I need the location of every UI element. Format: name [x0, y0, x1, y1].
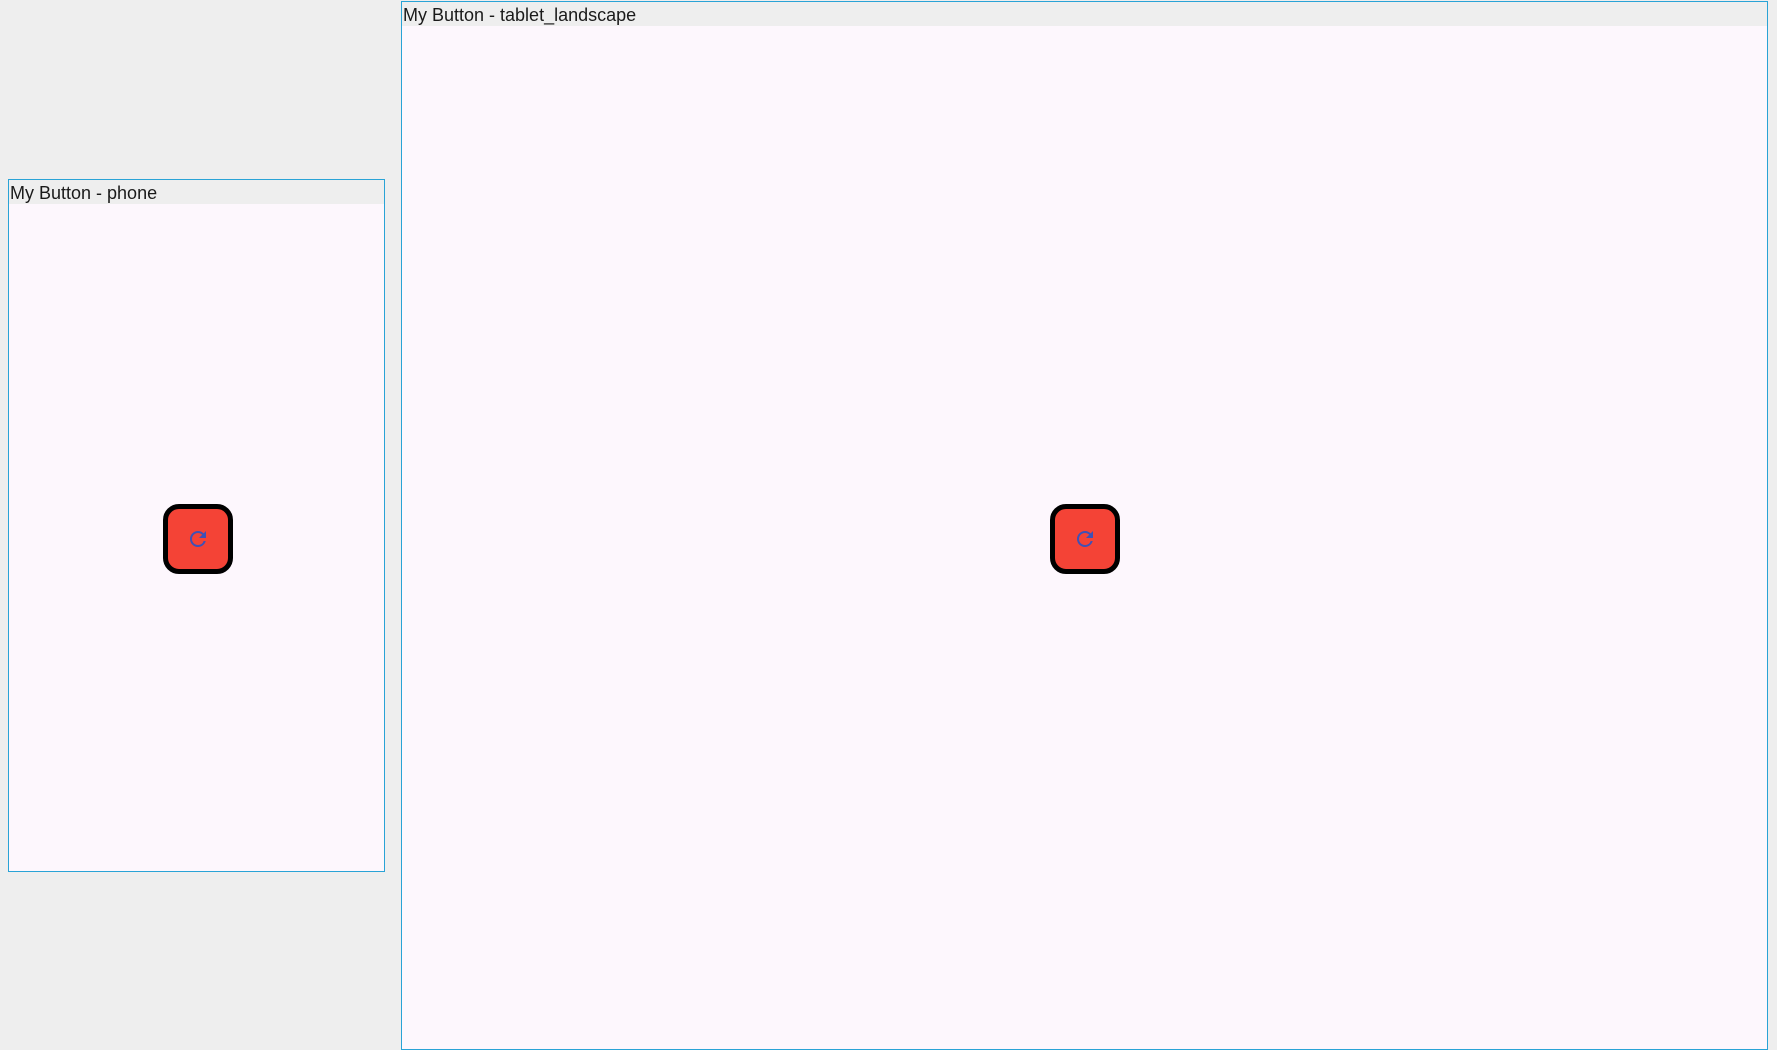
- refresh-button[interactable]: [1050, 504, 1120, 574]
- tablet-frame-title: My Button - tablet_landscape: [402, 2, 1767, 26]
- phone-preview-frame: My Button - phone: [8, 179, 385, 872]
- phone-preview-canvas: [9, 204, 384, 871]
- phone-frame-title: My Button - phone: [9, 180, 384, 204]
- refresh-button[interactable]: [163, 504, 233, 574]
- refresh-icon: [190, 531, 206, 547]
- refresh-icon: [1077, 531, 1093, 547]
- tablet-landscape-preview-frame: My Button - tablet_landscape: [401, 1, 1768, 1050]
- tablet-preview-canvas: [402, 26, 1767, 1049]
